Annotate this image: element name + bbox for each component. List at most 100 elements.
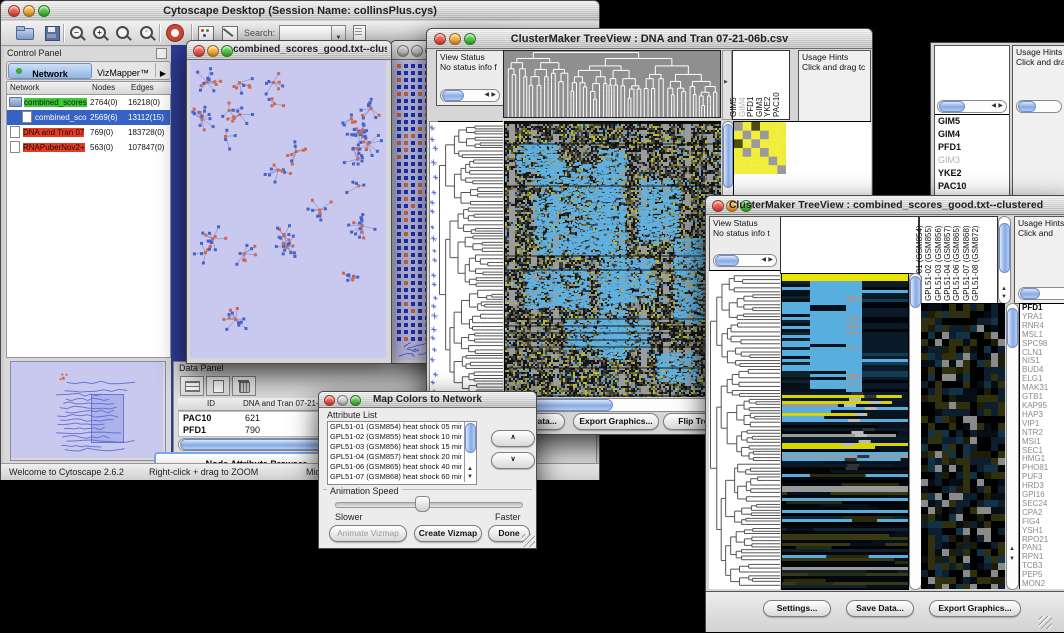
map-colors-dialog[interactable]: Map Colors to Network Attribute List GPL… <box>318 391 537 549</box>
array-labels-scrollbar[interactable]: ▲▼ <box>998 216 1011 304</box>
array-dendrogram-area[interactable] <box>780 216 919 274</box>
minimize-button[interactable] <box>207 45 219 57</box>
attribute-list-item[interactable]: GPL51-01 (GSM854) heat shock 05 min <box>328 422 462 432</box>
treeview1-title-bar[interactable]: ClusterMaker TreeView : DNA and Tran 07-… <box>427 29 872 49</box>
node-count: 2569(6) <box>90 110 127 125</box>
attribute-listbox[interactable]: GPL51-01 (GSM854) heat shock 05 minGPL51… <box>327 421 477 485</box>
col-header-network[interactable]: Network <box>7 82 90 95</box>
usage-hints-scrollbar[interactable] <box>1016 100 1062 113</box>
search-input[interactable] <box>279 25 333 41</box>
col-header-nodes[interactable]: Nodes <box>89 82 130 95</box>
save-data-button[interactable]: Save Data... <box>846 600 914 617</box>
open-file-icon[interactable] <box>15 25 35 41</box>
network-overview-panel[interactable] <box>10 361 166 461</box>
heatmap-canvas[interactable] <box>504 121 721 397</box>
settings-button[interactable]: Settings... <box>763 600 831 617</box>
float-panel-icon[interactable] <box>156 48 167 59</box>
network-tab-icon <box>16 68 22 74</box>
animate-vizmap-button[interactable]: Animate Vizmap <box>329 525 407 542</box>
network-table-row[interactable]: combined_scores2764(0)16218(0) <box>7 95 170 110</box>
array-labels-panel: GPL51-01 (GSM854)GPL51-02 (GSM855)GPL51-… <box>919 216 998 304</box>
view-status-text: No status info f <box>437 62 503 72</box>
gene-label: GIM4 <box>935 128 1009 141</box>
minimize-button[interactable] <box>411 45 423 57</box>
treeview2-button-bar: Settings... Save Data... Export Graphics… <box>706 591 1064 632</box>
network-window-title-bar[interactable]: combined_scores_good.txt--cluste... <box>187 41 391 60</box>
data-col-id[interactable]: ID <box>178 398 242 411</box>
zoom-button[interactable] <box>221 45 233 57</box>
tab-network[interactable]: Network <box>8 63 92 79</box>
zoom-matrix-canvas[interactable] <box>921 303 1005 589</box>
tab-vizmapper[interactable]: VizMapper™ <box>93 63 153 77</box>
attribute-list-item[interactable]: GPL51-02 (GSM855) heat shock 10 min <box>328 432 462 442</box>
attribute-browser-icon[interactable] <box>351 25 371 41</box>
view-status-scrollbar[interactable]: ◀▶ <box>440 89 500 102</box>
view-status-title: View Status <box>710 217 780 228</box>
node-count: 2764(0) <box>90 95 127 110</box>
labels-window-fragment[interactable]: ◀▶ GIM5GIM4PFD1GIM3YKE2PAC10 Usage Hints… <box>930 42 1064 198</box>
dialog-title-bar[interactable]: Map Colors to Network <box>319 392 536 408</box>
treeview2-title-bar[interactable]: ClusterMaker TreeView : combined_scores_… <box>706 196 1064 215</box>
zoom-fit-icon[interactable]: ▫ <box>138 25 158 41</box>
main-window-title: Cytoscape Desktop (Session Name: collins… <box>1 5 599 17</box>
heatmap-canvas[interactable] <box>781 273 909 590</box>
view-status-scrollbar[interactable]: ◀▶ <box>713 254 777 267</box>
gene-label: GIM5 <box>935 115 1009 128</box>
resize-grip[interactable] <box>1039 616 1052 629</box>
status-hint-zoom: Right-click + drag to ZOOM <box>149 467 258 477</box>
zoom-in-icon[interactable]: + <box>91 25 111 41</box>
zoom-out-icon[interactable]: – <box>68 25 88 41</box>
usage-hints-scrollbar[interactable] <box>1018 287 1064 300</box>
zoom-matrix-canvas[interactable] <box>734 122 786 174</box>
array-dendrogram-canvas[interactable] <box>503 50 721 118</box>
tab-overflow-arrow[interactable]: ▶ <box>155 63 170 77</box>
gene-labels-panel: PFD1YRA1RNR4MSL1SPC98CLN1NIS1BUD4ELG1MAK… <box>1019 303 1064 589</box>
export-graphics-button[interactable]: Export Graphics... <box>929 600 1021 617</box>
save-icon[interactable] <box>43 25 63 41</box>
annotation-icon[interactable] <box>221 25 241 41</box>
network-window-title: combined_scores_good.txt--cluste... <box>233 44 387 55</box>
attribute-list-scrollbar[interactable]: ▲▼ <box>464 422 476 482</box>
array-label: GPL51-08 (GSM872) <box>971 225 980 301</box>
desktop: Cytoscape Desktop (Session Name: collins… <box>0 0 1064 633</box>
column-label: GIM5 <box>729 97 738 117</box>
row-id: PFD1 <box>183 424 239 439</box>
attribute-list-item[interactable]: GPL51-06 (GSM865) heat shock 40 min <box>328 462 462 472</box>
delete-attribute-icon[interactable] <box>232 376 256 396</box>
network-table-row[interactable]: DNA and Tran 07769(0)183728(0) <box>7 125 170 140</box>
table-mode-icon[interactable] <box>180 376 204 396</box>
move-up-button[interactable]: ∧ <box>491 430 535 447</box>
search-label: Search: <box>244 28 275 38</box>
doc-icon <box>10 141 20 153</box>
attribute-list-item[interactable]: GPL51-04 (GSM857) heat shock 20 min <box>328 452 462 462</box>
gene-dendrogram-canvas[interactable] <box>709 270 780 589</box>
export-graphics-button[interactable]: Export Graphics... <box>573 413 659 430</box>
help-lifesaver-icon[interactable] <box>166 25 186 41</box>
animation-slider-thumb[interactable] <box>415 496 430 512</box>
zoom-vscrollbar[interactable]: ▲▼ <box>1006 303 1019 590</box>
network-table-row[interactable]: combined_sco2569(6)13112(15) <box>7 110 170 125</box>
gene-dendrogram-canvas[interactable] <box>438 121 503 397</box>
attribute-list-item[interactable]: GPL51-07 (GSM868) heat shock 60 min <box>328 472 462 482</box>
overview-canvas[interactable] <box>11 362 163 458</box>
resize-grip[interactable] <box>522 534 535 547</box>
attribute-list-item[interactable]: GPL51-03 (GSM856) heat shock 15 min <box>328 442 462 452</box>
close-button[interactable] <box>193 45 205 57</box>
zoom-selected-icon[interactable] <box>114 25 134 41</box>
move-down-button[interactable]: ∨ <box>491 452 535 469</box>
network-canvas[interactable] <box>190 60 386 358</box>
close-button[interactable] <box>397 45 409 57</box>
treeview2-window[interactable]: ClusterMaker TreeView : combined_scores_… <box>705 195 1064 632</box>
labels-scrollbar[interactable]: ◀▶ <box>937 100 1007 113</box>
vizmapper-icon[interactable] <box>197 25 217 41</box>
network-view-window[interactable]: combined_scores_good.txt--cluste... <box>186 40 392 364</box>
array-label: GPL51-07 (GSM868) <box>962 225 971 301</box>
network-table-row[interactable]: RNAPuberNov2+563(0)107847(0) <box>7 140 170 155</box>
usage-hints-panel: Usage Hints Click and drag t <box>1012 45 1064 196</box>
gene-label: PFD1 <box>935 141 1009 154</box>
new-attribute-icon[interactable] <box>206 376 230 396</box>
col-header-edges[interactable]: Edges <box>128 82 171 95</box>
main-title-bar[interactable]: Cytoscape Desktop (Session Name: collins… <box>1 1 599 22</box>
gene-label: MON2 <box>1020 580 1064 589</box>
create-vizmap-button[interactable]: Create Vizmap <box>414 525 482 542</box>
